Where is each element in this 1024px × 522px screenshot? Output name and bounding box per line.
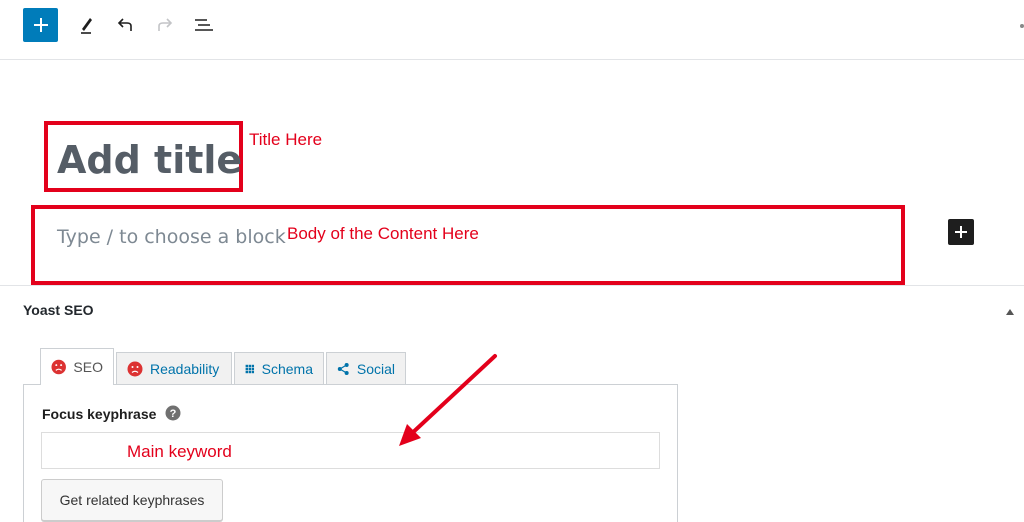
tab-social[interactable]: Social [326, 352, 406, 385]
block-placeholder[interactable]: Type / to choose a block [57, 226, 286, 248]
tab-readability[interactable]: Readability [116, 352, 232, 385]
settings-fragment-icon[interactable] [1018, 18, 1024, 28]
share-icon [337, 362, 349, 376]
post-title-input[interactable]: Add title [57, 136, 242, 184]
tab-label: Schema [261, 361, 313, 377]
grid-icon [245, 364, 255, 374]
add-block-button[interactable] [23, 8, 58, 42]
tab-label: Social [356, 361, 395, 377]
yoast-panel-title[interactable]: Yoast SEO [23, 302, 94, 318]
list-view-icon [195, 19, 213, 31]
annotation-arrow [399, 354, 497, 446]
tab-schema[interactable]: Schema [234, 352, 324, 385]
redo-icon [158, 18, 173, 31]
sad-face-icon [51, 359, 66, 375]
redo-button[interactable] [152, 12, 178, 38]
tab-seo[interactable]: SEO [40, 348, 114, 385]
triangle-up-icon [1006, 309, 1014, 315]
tab-label: SEO [73, 359, 103, 375]
yoast-tabs: SEO Readability Schema Social [40, 348, 408, 385]
undo-button[interactable] [112, 12, 138, 38]
inline-add-block-button[interactable] [948, 219, 974, 245]
panel-collapse-toggle[interactable] [1004, 304, 1016, 315]
panel-divider [0, 285, 1024, 286]
editor-toolbar [0, 0, 1024, 60]
pencil-icon [81, 18, 92, 34]
list-view-button[interactable] [191, 12, 217, 38]
focus-keyphrase-label: Focus keyphrase [42, 406, 157, 422]
sad-face-icon [127, 361, 143, 377]
tab-label: Readability [150, 361, 220, 377]
title-annotation: Title Here [249, 130, 323, 149]
keyword-annotation: Main keyword [127, 442, 232, 461]
svg-text:?: ? [170, 408, 177, 420]
help-icon[interactable]: ? [165, 405, 181, 421]
get-related-keyphrases-button[interactable]: Get related keyphrases [41, 479, 223, 521]
body-annotation: Body of the Content Here [287, 224, 479, 243]
plus-icon [955, 226, 967, 238]
undo-icon [117, 18, 132, 31]
tools-button[interactable] [74, 12, 100, 38]
plus-icon [33, 18, 48, 32]
